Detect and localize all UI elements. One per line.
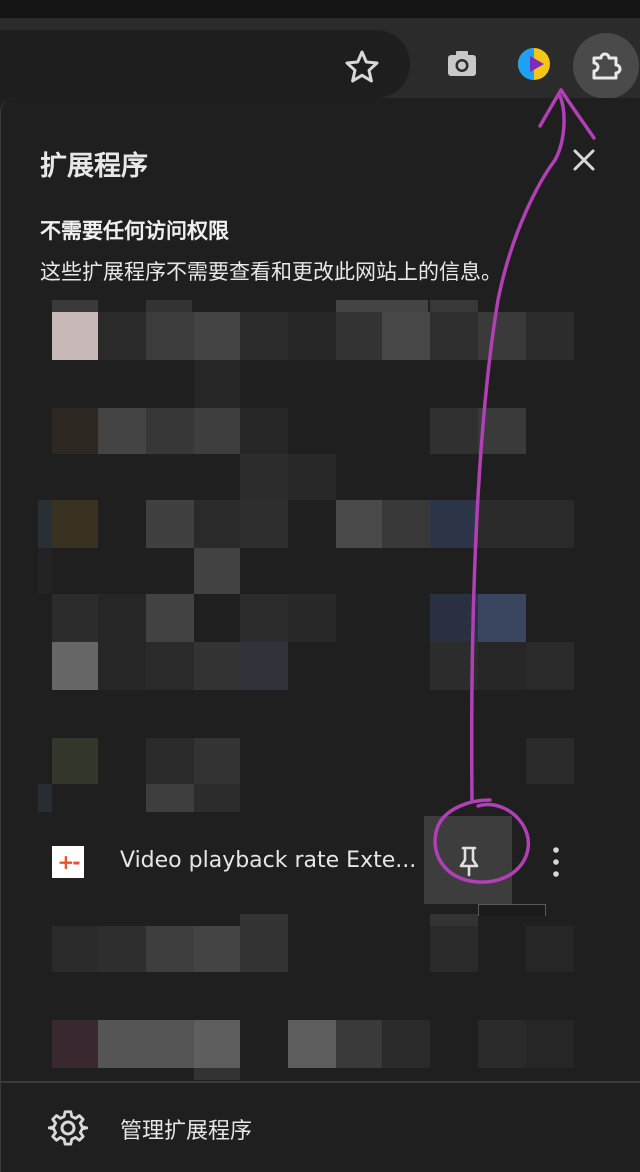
extension-name[interactable]: Video playback rate Exte... (120, 848, 420, 873)
extension-app-icon: +- (52, 846, 84, 878)
redacted-extension-list (0, 0, 640, 1172)
gear-icon[interactable] (48, 1108, 88, 1148)
pin-icon (459, 846, 479, 877)
tooltip (478, 904, 546, 916)
manage-extensions-link[interactable]: 管理扩展程序 (120, 1113, 252, 1145)
footer-divider (0, 1081, 640, 1083)
more-vert-icon[interactable] (546, 843, 566, 881)
